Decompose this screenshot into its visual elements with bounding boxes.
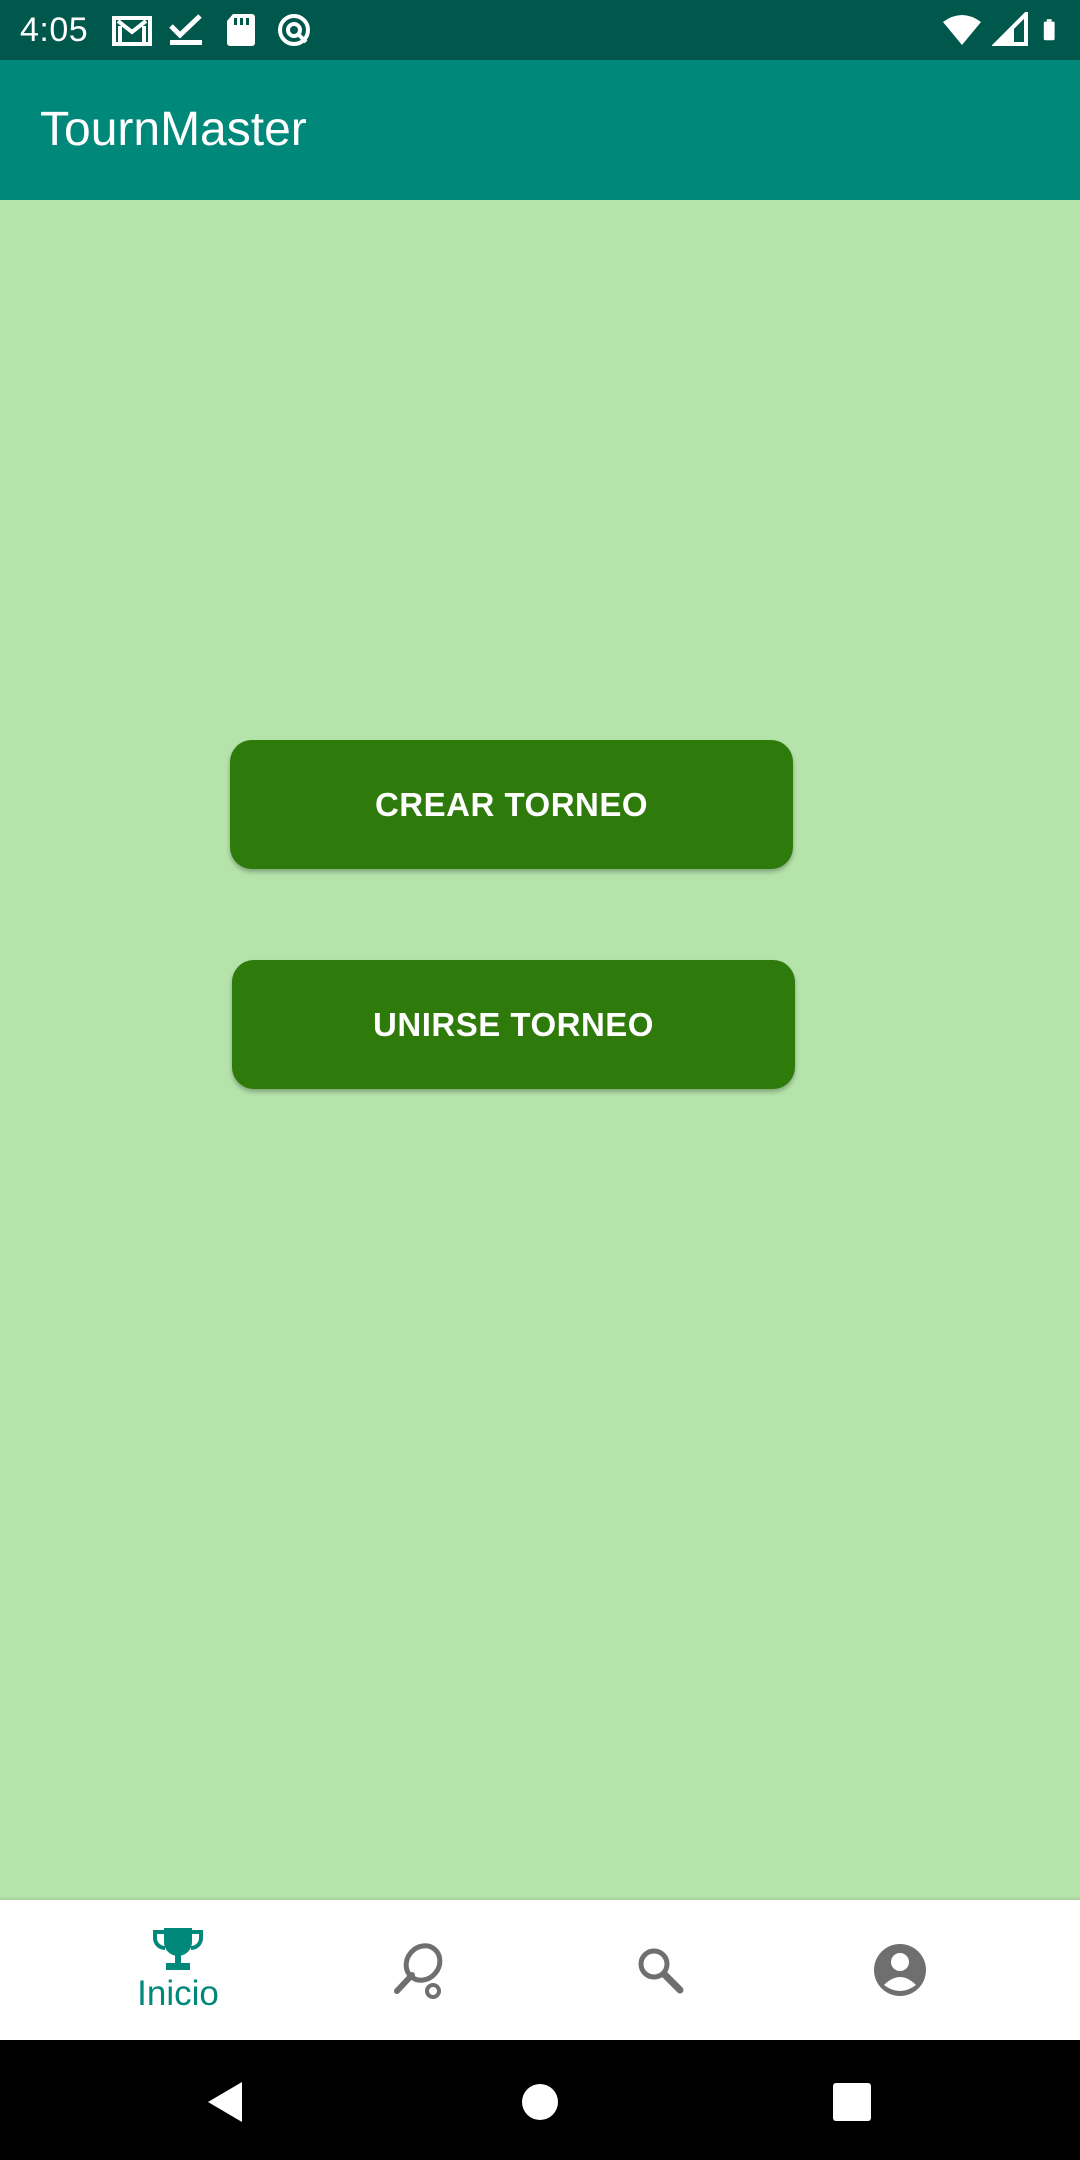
cell-signal-icon: [992, 12, 1028, 46]
no-tracking-icon: [278, 14, 310, 46]
nav-item-profile[interactable]: [780, 1900, 1020, 2040]
battery-icon: [1043, 19, 1055, 41]
create-tournament-button[interactable]: CREAR TORNEO: [230, 740, 793, 869]
app-bar: TournMaster: [0, 60, 1080, 200]
trophy-icon: [153, 1928, 203, 1970]
app-title: TournMaster: [40, 103, 307, 156]
nav-item-racket[interactable]: [300, 1900, 540, 2040]
status-icons-left: [112, 12, 314, 48]
status-bar: 4:05: [0, 0, 1080, 60]
back-icon[interactable]: [204, 2080, 248, 2124]
status-time: 4:05: [20, 11, 89, 49]
account-icon: [874, 1944, 926, 1996]
bottom-navigation: Inicio: [0, 1900, 1080, 2040]
nav-item-inicio[interactable]: Inicio: [58, 1900, 298, 2040]
gmail-icon: [112, 16, 152, 46]
wifi-icon: [943, 15, 981, 45]
join-tournament-button[interactable]: UNIRSE TORNEO: [232, 960, 795, 1089]
checkmark-icon: [169, 14, 202, 45]
racket-icon: [394, 1943, 443, 1999]
sd-card-icon: [227, 14, 255, 46]
recents-icon[interactable]: [830, 2080, 874, 2124]
search-icon: [638, 1948, 684, 1994]
system-navigation-bar: [0, 2040, 1080, 2160]
nav-label-inicio: Inicio: [137, 1974, 219, 2013]
home-icon[interactable]: [518, 2080, 562, 2124]
nav-item-search[interactable]: [540, 1900, 780, 2040]
status-icons-right: [942, 12, 1066, 48]
